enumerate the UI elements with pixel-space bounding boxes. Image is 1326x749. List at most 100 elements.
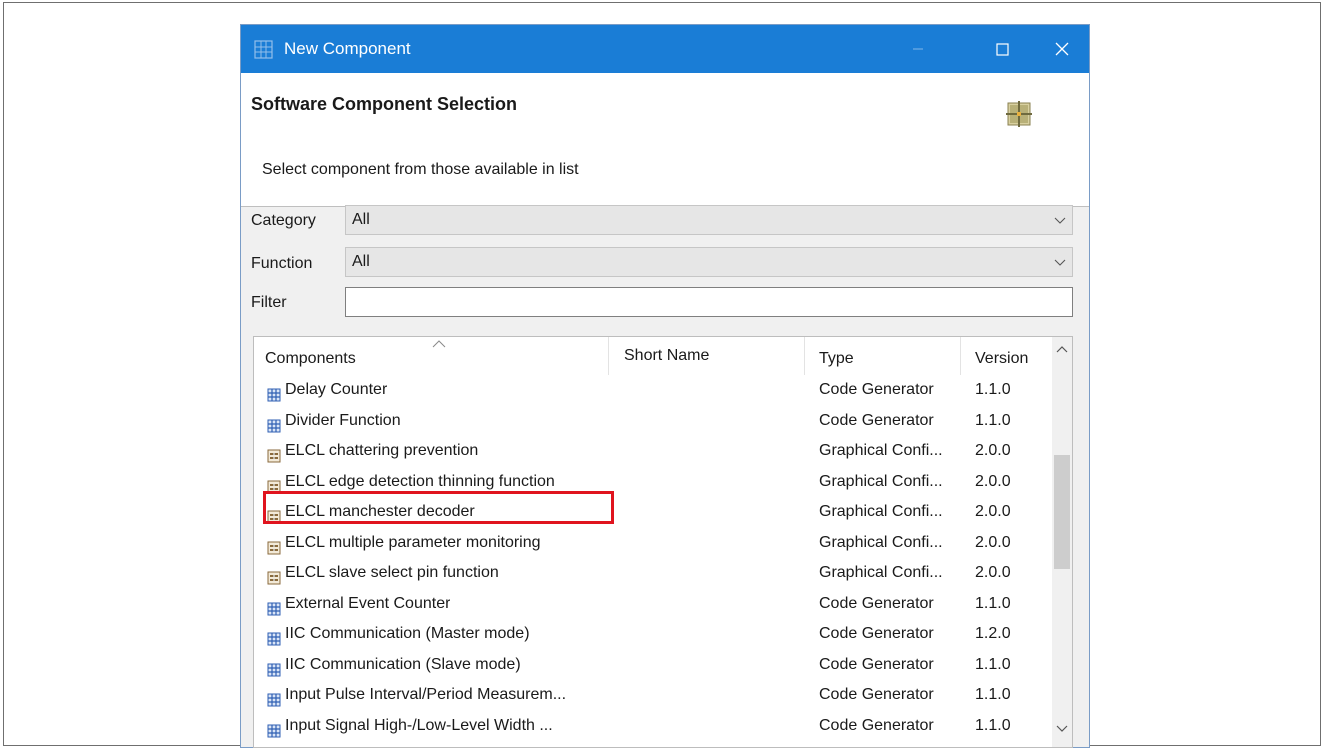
graphical-config-icon (267, 505, 281, 524)
page-subtitle: Select component from those available in… (262, 161, 579, 178)
row-version: 2.0.0 (975, 564, 1011, 581)
function-select[interactable]: All (345, 247, 1073, 277)
close-icon (1055, 42, 1069, 56)
close-button[interactable] (1039, 25, 1085, 73)
row-type: Code Generator (819, 625, 934, 642)
table-row[interactable]: ELCL manchester decoder Graphical Confi.… (254, 497, 1052, 528)
row-name: Input Signal High-/Low-Level Width ... (285, 716, 553, 734)
row-version: 2.0.0 (975, 472, 1011, 490)
minimize-icon (913, 48, 923, 50)
column-header-components[interactable]: Components (254, 337, 609, 375)
table-row[interactable]: ELCL edge detection thinning function Gr… (254, 467, 1052, 498)
new-component-dialog: New Component Software Component Selecti… (240, 24, 1090, 748)
row-type: Graphical Confi... (819, 533, 943, 551)
code-generator-icon (267, 627, 281, 646)
sort-ascending-icon (432, 340, 446, 348)
component-grid-icon (1006, 101, 1032, 127)
row-type: Graphical Confi... (819, 564, 943, 581)
row-name: IIC Communication (Slave mode) (285, 655, 521, 673)
row-version: 1.1.0 (975, 594, 1011, 612)
table-row[interactable]: Delay Counter Code Generator 1.1.0 (254, 375, 1052, 406)
row-version: 1.1.0 (975, 411, 1011, 429)
minimize-button[interactable] (895, 25, 941, 73)
row-version: 1.1.0 (975, 686, 1011, 703)
graphical-config-icon (267, 475, 281, 493)
table-row[interactable]: Input Pulse Interval/Period Measurem... … (254, 680, 1052, 711)
app-icon (254, 40, 273, 59)
category-select[interactable]: All (345, 205, 1073, 235)
row-type: Graphical Confi... (819, 442, 943, 459)
table-row[interactable]: External Event Counter Code Generator 1.… (254, 589, 1052, 620)
wizard-header: Software Component Selection Select comp… (241, 73, 1089, 207)
chevron-down-icon (1054, 217, 1066, 224)
code-generator-icon (267, 719, 281, 737)
code-generator-icon (267, 414, 281, 432)
graphical-config-icon (267, 566, 281, 585)
window-title: New Component (284, 39, 411, 58)
table-row[interactable]: ELCL chattering prevention Graphical Con… (254, 436, 1052, 467)
table-row[interactable]: Divider Function Code Generator 1.1.0 (254, 406, 1052, 437)
scroll-down-icon[interactable] (1056, 725, 1068, 733)
row-name: ELCL manchester decoder (285, 503, 475, 520)
row-name: Divider Function (285, 411, 401, 429)
scrollbar-thumb[interactable] (1054, 455, 1070, 569)
row-name: External Event Counter (285, 594, 451, 612)
row-version: 2.0.0 (975, 533, 1011, 551)
row-type: Graphical Confi... (819, 472, 943, 490)
scroll-up-icon[interactable] (1056, 345, 1068, 353)
filter-label: Filter (251, 294, 287, 311)
graphical-config-icon (267, 536, 281, 554)
row-version: 1.2.0 (975, 625, 1011, 642)
table-row[interactable]: IIC Communication (Slave mode) Code Gene… (254, 650, 1052, 681)
table-body: Delay Counter Code Generator 1.1.0 Divid… (254, 375, 1052, 741)
row-type: Code Generator (819, 716, 934, 734)
graphical-config-icon (267, 444, 281, 463)
code-generator-icon (267, 597, 281, 615)
function-value: All (352, 253, 370, 270)
row-type: Code Generator (819, 594, 934, 612)
chevron-down-icon (1054, 259, 1066, 266)
row-name: ELCL slave select pin function (285, 564, 499, 581)
row-type: Code Generator (819, 381, 934, 398)
column-label: Components (265, 350, 356, 367)
row-version: 2.0.0 (975, 442, 1011, 459)
column-header-type[interactable]: Type (805, 337, 961, 375)
column-label: Version (975, 350, 1029, 367)
code-generator-icon (267, 658, 281, 676)
title-bar[interactable]: New Component (241, 25, 1089, 73)
row-type: Code Generator (819, 686, 934, 703)
vertical-scrollbar[interactable] (1052, 337, 1072, 747)
code-generator-icon (267, 688, 281, 707)
row-type: Code Generator (819, 411, 934, 429)
column-label: Short Name (624, 347, 710, 364)
row-name: ELCL chattering prevention (285, 442, 479, 459)
row-name: ELCL multiple parameter monitoring (285, 533, 541, 551)
row-version: 1.1.0 (975, 655, 1011, 673)
code-generator-icon (267, 383, 281, 402)
components-table: Components Short Name Type Version Delay… (253, 336, 1073, 748)
table-row[interactable]: ELCL multiple parameter monitoring Graph… (254, 528, 1052, 559)
row-version: 2.0.0 (975, 503, 1011, 520)
category-value: All (352, 211, 370, 228)
row-type: Code Generator (819, 655, 934, 673)
maximize-icon (995, 42, 1009, 56)
column-header-version[interactable]: Version (961, 337, 1052, 375)
table-row[interactable]: IIC Communication (Master mode) Code Gen… (254, 619, 1052, 650)
row-type: Graphical Confi... (819, 503, 943, 520)
row-name: IIC Communication (Master mode) (285, 625, 530, 642)
table-row[interactable]: Input Signal High-/Low-Level Width ... C… (254, 711, 1052, 742)
table-header: Components Short Name Type Version (254, 337, 1052, 375)
category-label: Category (251, 212, 316, 229)
row-version: 1.1.0 (975, 716, 1011, 734)
column-header-short-name[interactable]: Short Name (609, 337, 805, 375)
function-label: Function (251, 255, 313, 272)
row-name: Delay Counter (285, 381, 388, 398)
maximize-button[interactable] (979, 25, 1025, 73)
column-label: Type (819, 350, 854, 367)
row-name: ELCL edge detection thinning function (285, 472, 555, 490)
filter-input[interactable] (345, 287, 1073, 317)
row-name: Input Pulse Interval/Period Measurem... (285, 686, 567, 703)
table-row[interactable]: ELCL slave select pin function Graphical… (254, 558, 1052, 589)
page-title: Software Component Selection (251, 94, 518, 114)
row-version: 1.1.0 (975, 381, 1011, 398)
